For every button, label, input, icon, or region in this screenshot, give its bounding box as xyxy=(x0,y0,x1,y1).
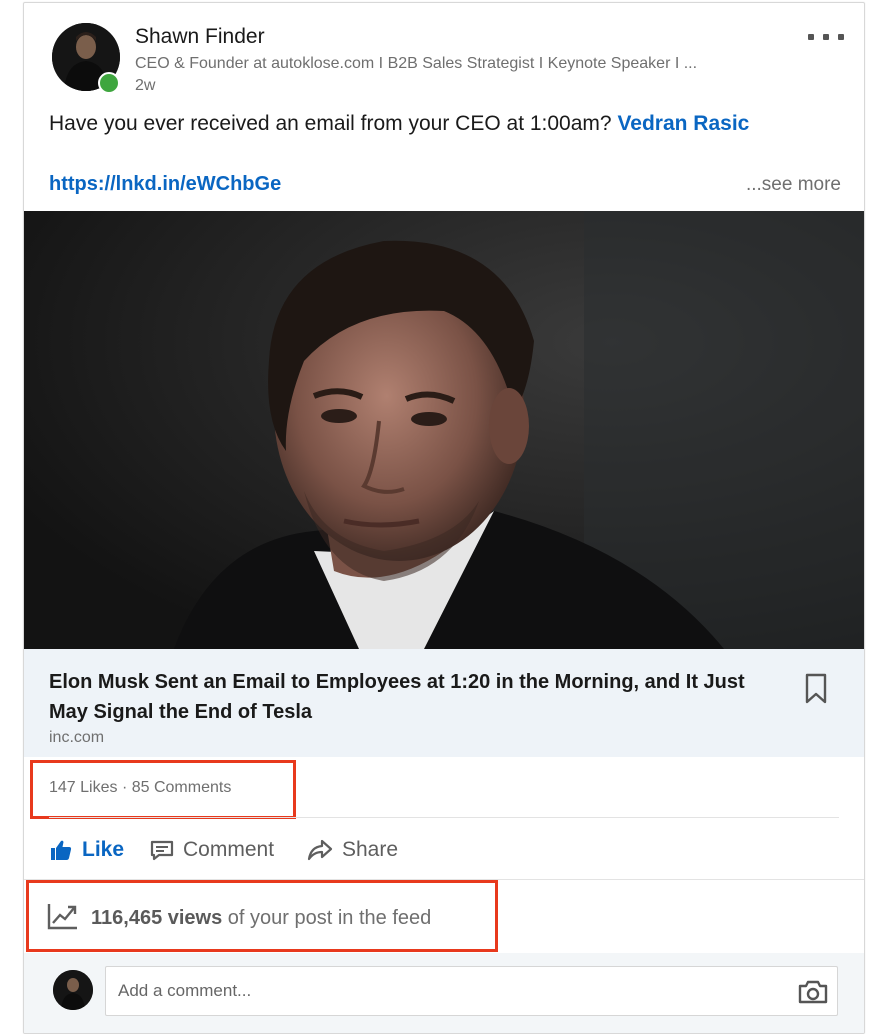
share-icon xyxy=(307,839,333,861)
feed-post-card: Shawn Finder CEO & Founder at autoklose.… xyxy=(23,2,865,1034)
comment-label: Comment xyxy=(183,838,275,861)
camera-icon[interactable] xyxy=(797,979,829,1010)
like-label: Like xyxy=(82,838,125,861)
article-source: inc.com xyxy=(49,729,105,746)
online-status-icon xyxy=(98,72,120,94)
article-meta[interactable]: Elon Musk Sent an Email to Employees at … xyxy=(24,649,864,757)
like-icon xyxy=(51,840,72,860)
more-icon-dot xyxy=(823,34,829,40)
comment-icon xyxy=(150,840,174,861)
share-label: Share xyxy=(342,838,399,861)
share-button[interactable]: Share xyxy=(307,835,398,865)
bookmark-icon[interactable] xyxy=(804,673,828,710)
current-user-avatar[interactable] xyxy=(53,970,93,1010)
actions-divider xyxy=(49,817,839,818)
article-image[interactable] xyxy=(24,211,864,649)
post-link[interactable]: https://lnkd.in/eWChbGe xyxy=(49,173,281,196)
views-highlight-box xyxy=(26,880,498,952)
more-icon xyxy=(808,34,814,40)
comment-button[interactable]: Comment xyxy=(150,835,274,865)
author-name[interactable]: Shawn Finder xyxy=(135,25,265,49)
author-headline: CEO & Founder at autoklose.com I B2B Sal… xyxy=(135,55,698,72)
comment-bar: Add a comment... xyxy=(24,953,864,1033)
post-body: Have you ever received an email from you… xyxy=(49,112,612,135)
comment-input[interactable]: Add a comment... xyxy=(105,966,838,1016)
more-icon-dot xyxy=(838,34,844,40)
post-text: Have you ever received an email from you… xyxy=(49,112,749,136)
see-more-button[interactable]: ...see more xyxy=(746,174,841,196)
more-options-button[interactable] xyxy=(808,25,844,49)
post-timestamp: 2w xyxy=(135,77,156,94)
article-title[interactable]: Elon Musk Sent an Email to Employees at … xyxy=(49,667,769,727)
mention-link[interactable]: Vedran Rasic xyxy=(617,112,749,135)
like-button[interactable]: Like xyxy=(49,835,124,865)
likes-highlight-box xyxy=(30,760,296,819)
comment-placeholder: Add a comment... xyxy=(118,981,252,1000)
